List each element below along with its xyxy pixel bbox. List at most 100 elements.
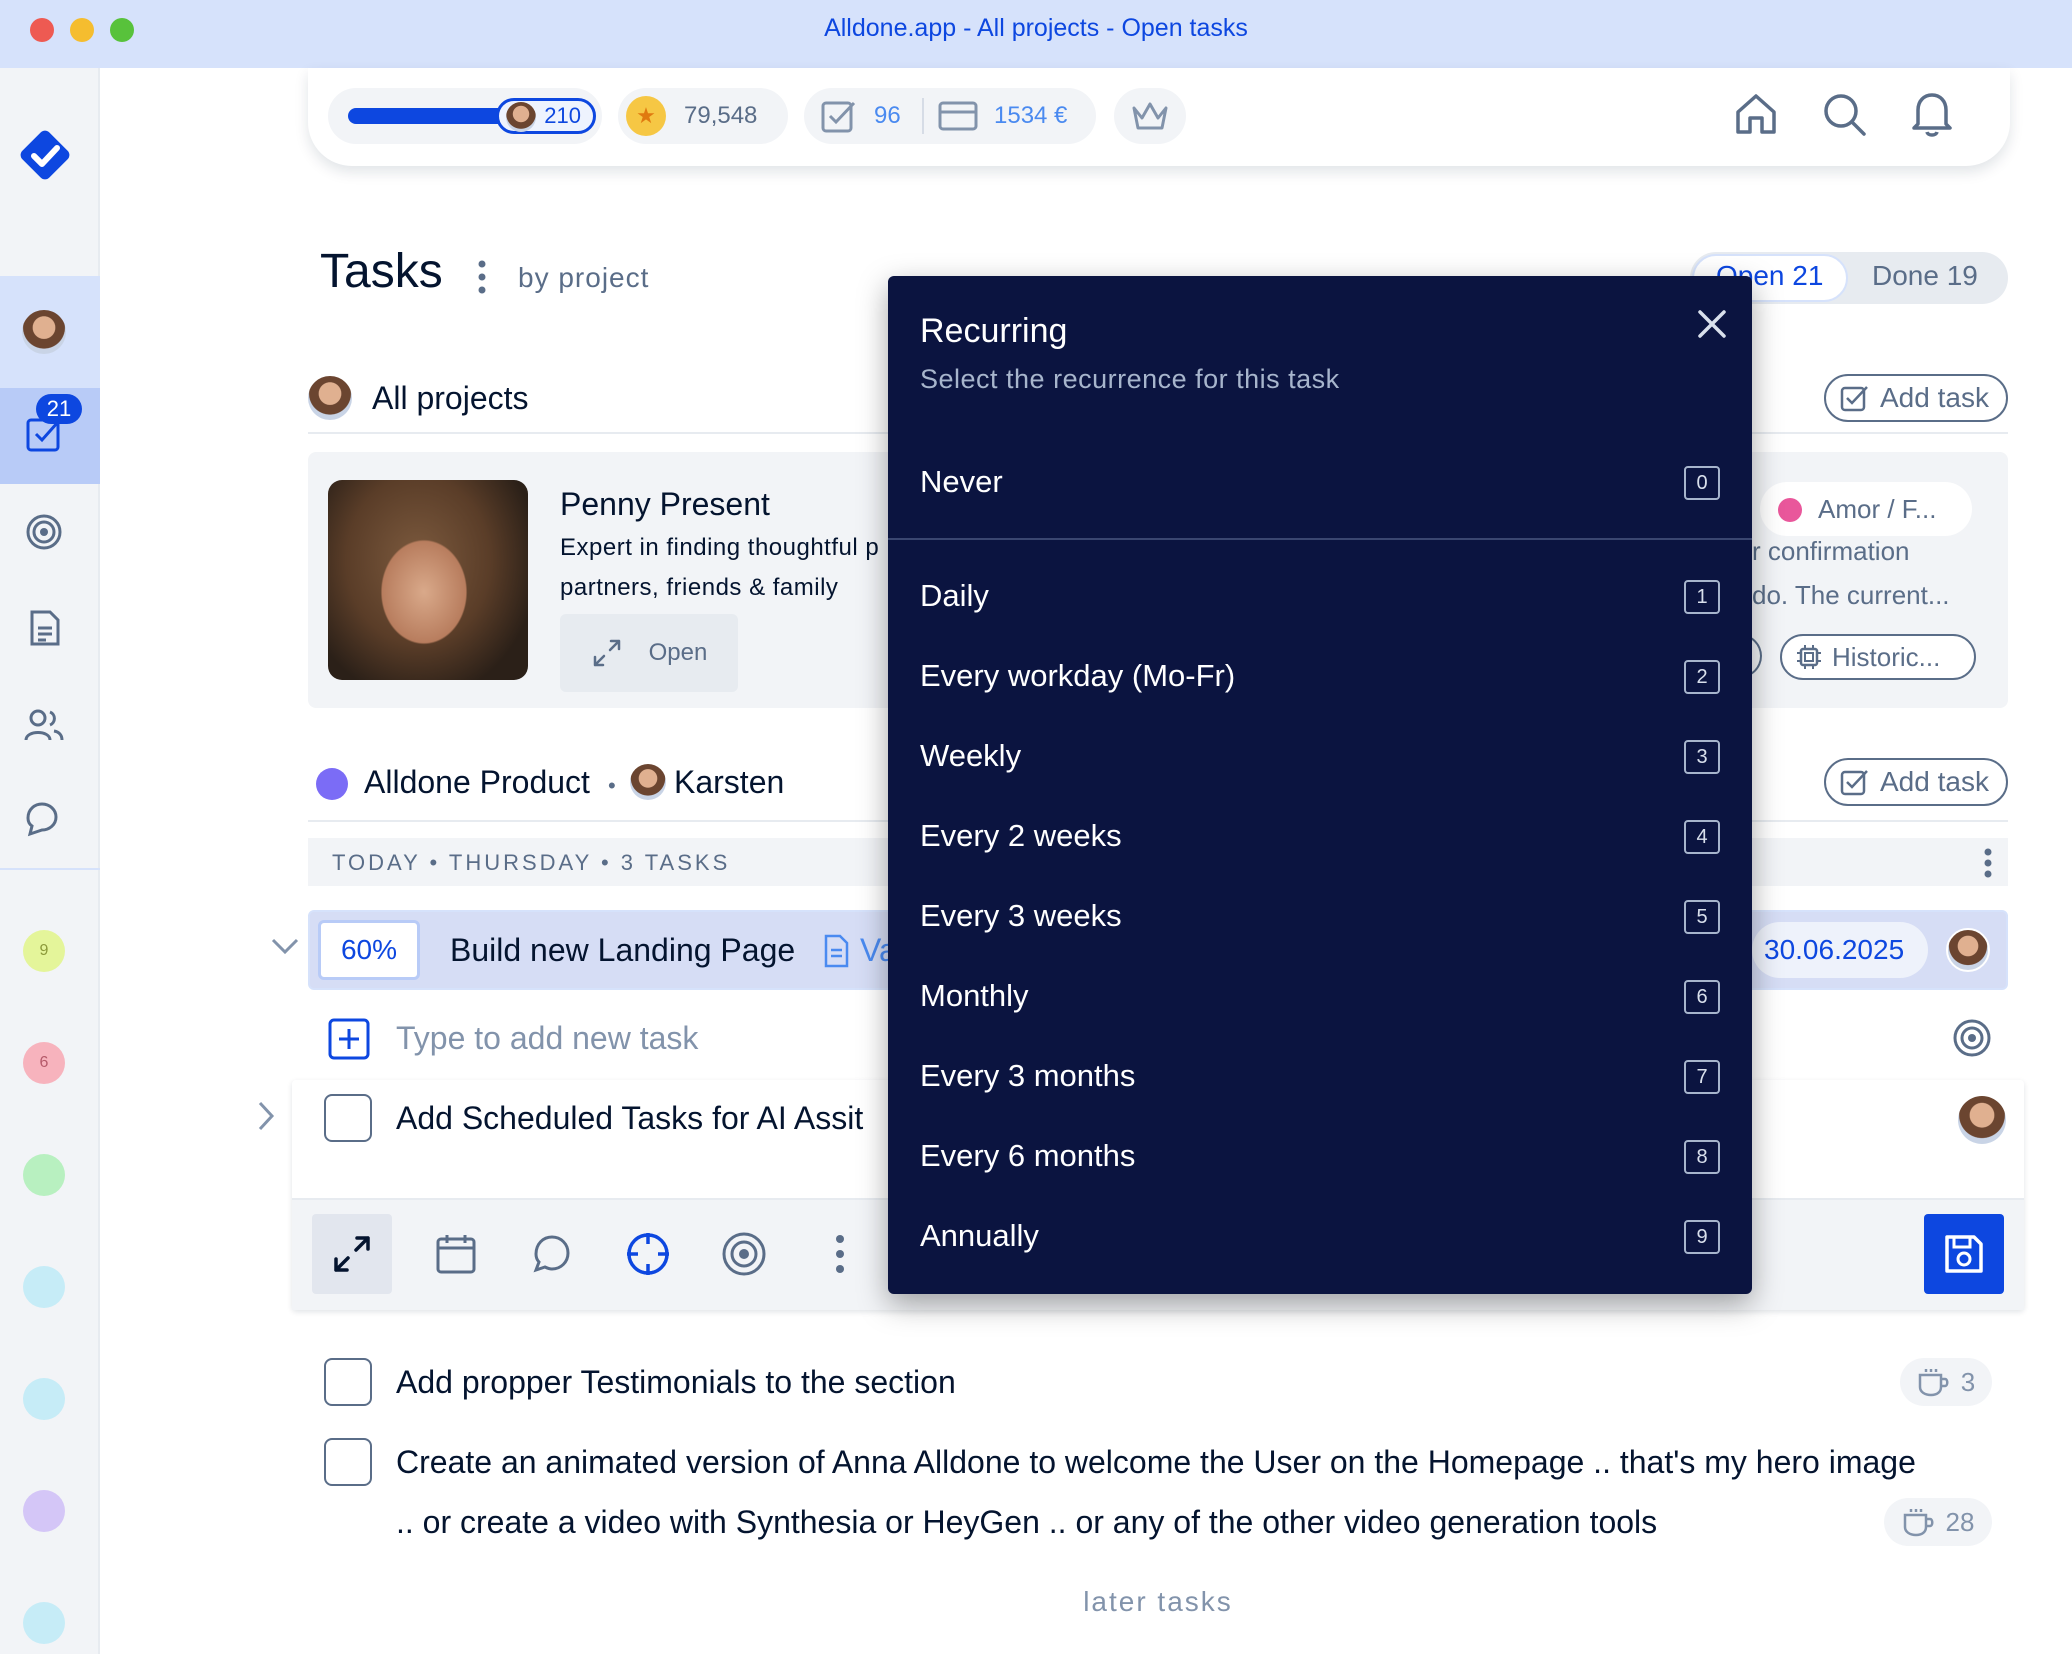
- add-task-button-project[interactable]: Add task: [1824, 758, 2008, 806]
- editing-assignee-avatar[interactable]: [1958, 1096, 2006, 1144]
- project-owner: Karsten: [674, 764, 785, 800]
- calendar-icon: [436, 1235, 476, 1274]
- estimate-pill-testimonials[interactable]: 3: [1900, 1358, 1992, 1406]
- right-card-line1: r confirmation: [1752, 536, 1910, 566]
- option-every-workday[interactable]: Every workday (Mo-Fr): [920, 658, 1235, 694]
- search-icon[interactable]: [1820, 90, 1868, 143]
- option-annually[interactable]: Annually: [920, 1218, 1039, 1254]
- today-more-icon[interactable]: [1984, 848, 1992, 883]
- expand-chevron-icon[interactable]: [256, 1100, 276, 1137]
- money-value: 1534 €: [994, 102, 1068, 129]
- group-by-label[interactable]: by project: [518, 262, 649, 294]
- shortcut-key-7: 7: [1684, 1060, 1720, 1094]
- task-checkbox[interactable]: [324, 1094, 372, 1142]
- historic-button[interactable]: Historic...: [1780, 634, 1976, 680]
- done-count: 96: [874, 102, 901, 129]
- goal-target-icon[interactable]: [1952, 1018, 1992, 1063]
- goals-icon[interactable]: [24, 512, 64, 557]
- collapse-chevron-icon[interactable]: [270, 936, 300, 961]
- expand-arrows-icon: [334, 1236, 370, 1272]
- comment-button[interactable]: [512, 1214, 592, 1294]
- option-every-6-months[interactable]: Every 6 months: [920, 1138, 1135, 1174]
- editing-task-input[interactable]: Add Scheduled Tasks for AI Assit: [396, 1100, 863, 1137]
- task-checkbox-testimonials[interactable]: [324, 1358, 372, 1406]
- shortcut-key-1: 1: [1684, 580, 1720, 614]
- doc-link-icon: [822, 934, 850, 973]
- chats-icon[interactable]: [22, 800, 66, 845]
- open-assistant-button[interactable]: Open: [560, 614, 738, 692]
- done-tasks-icon: [820, 98, 858, 139]
- save-icon: [1945, 1235, 1983, 1273]
- more-icon: [836, 1235, 844, 1273]
- task-title-testimonials[interactable]: Add propper Testimonials to the section: [396, 1364, 956, 1401]
- shortcut-key-5: 5: [1684, 900, 1720, 934]
- option-every-3-months[interactable]: Every 3 months: [920, 1058, 1135, 1094]
- crown-icon: [1130, 98, 1170, 139]
- goal-button[interactable]: [704, 1214, 784, 1294]
- project-name[interactable]: Alldone Product: [364, 764, 590, 801]
- new-task-input[interactable]: Type to add new task: [396, 1020, 698, 1057]
- project-dot-6[interactable]: [23, 1490, 65, 1532]
- user-avatar[interactable]: [22, 310, 66, 354]
- task-progress[interactable]: 60%: [318, 920, 420, 980]
- task-checkbox-animated[interactable]: [324, 1438, 372, 1486]
- close-icon: [1698, 310, 1726, 338]
- sidebar-divider: [0, 868, 100, 870]
- project-separator: •: [608, 773, 616, 798]
- all-projects-title: All projects: [372, 380, 529, 416]
- shortcut-key-6: 6: [1684, 980, 1720, 1014]
- estimate-pill-animated[interactable]: 28: [1884, 1498, 1992, 1546]
- option-never[interactable]: Never: [920, 464, 1003, 500]
- more-options-button[interactable]: [800, 1214, 880, 1294]
- assistant-portrait: [328, 480, 528, 680]
- expand-task-button[interactable]: [312, 1214, 392, 1294]
- later-tasks-link[interactable]: later tasks: [0, 1586, 2072, 1618]
- gold-value: 79,548: [684, 102, 758, 129]
- project-tag-label: Amor / F...: [1818, 494, 1937, 524]
- modal-close-button[interactable]: [1692, 304, 1732, 344]
- modal-divider: [888, 538, 1752, 540]
- option-every-3-weeks[interactable]: Every 3 weeks: [920, 898, 1122, 934]
- home-icon[interactable]: [1732, 90, 1780, 143]
- window-title: Alldone.app - All projects - Open tasks: [824, 14, 1248, 42]
- task-title-animated-line2[interactable]: .. or create a video with Synthesia or H…: [396, 1504, 1657, 1541]
- shortcut-key-4: 4: [1684, 820, 1720, 854]
- app-logo-icon[interactable]: [18, 128, 72, 182]
- project-dot-1[interactable]: 9: [23, 930, 65, 972]
- bell-icon[interactable]: [1908, 88, 1956, 143]
- tasks-badge: 21: [36, 394, 82, 424]
- option-monthly[interactable]: Monthly: [920, 978, 1029, 1014]
- tasks-more-icon[interactable]: [478, 260, 486, 294]
- shortcut-key-8: 8: [1684, 1140, 1720, 1174]
- focus-button[interactable]: [608, 1214, 688, 1294]
- option-every-2-weeks[interactable]: Every 2 weeks: [920, 818, 1122, 854]
- tab-done[interactable]: Done 19: [1872, 260, 1978, 292]
- notes-icon[interactable]: [24, 608, 64, 653]
- add-task-icon: [1840, 386, 1868, 412]
- task-title-animated-line1[interactable]: Create an animated version of Anna Alldo…: [396, 1444, 1916, 1481]
- due-date: 30.06.2025: [1764, 934, 1905, 965]
- project-dot-3[interactable]: [23, 1154, 65, 1196]
- project-dot-4[interactable]: [23, 1266, 65, 1308]
- project-dot-2[interactable]: 6: [23, 1042, 65, 1084]
- add-task-icon: [1840, 770, 1868, 796]
- date-button[interactable]: [416, 1214, 496, 1294]
- contacts-icon[interactable]: [22, 704, 66, 749]
- shortcut-key-0: 0: [1684, 466, 1720, 500]
- modal-title: Recurring: [920, 312, 1068, 350]
- assistant-name: Penny Present: [560, 486, 770, 522]
- assignee-avatar[interactable]: [1946, 928, 1990, 972]
- expand-icon: [593, 639, 620, 667]
- xp-avatar: [506, 102, 536, 132]
- add-task-button-all-projects[interactable]: Add task: [1824, 374, 2008, 422]
- option-daily[interactable]: Daily: [920, 578, 989, 614]
- all-projects-avatar: [308, 376, 352, 420]
- target-icon: [722, 1232, 766, 1276]
- option-weekly[interactable]: Weekly: [920, 738, 1021, 774]
- active-task-title[interactable]: Build new Landing Page: [450, 932, 795, 969]
- project-dot-5[interactable]: [23, 1378, 65, 1420]
- right-card-line2: do. The current...: [1752, 580, 1950, 610]
- save-button[interactable]: [1924, 1214, 2004, 1294]
- add-new-task-icon[interactable]: [328, 1018, 370, 1065]
- chip-icon: [1797, 645, 1821, 669]
